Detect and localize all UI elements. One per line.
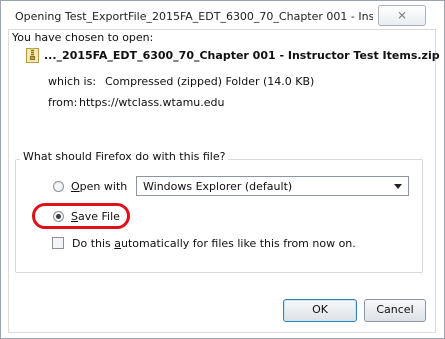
open-with-app-select[interactable]: Windows Explorer (default)	[136, 176, 409, 196]
file-name: ..._2015FA_EDT_6300_70_Chapter 001 - Ins…	[44, 49, 440, 62]
auto-action-label-pre: Do this	[72, 237, 115, 250]
which-is-label: which is:	[48, 75, 97, 88]
auto-action-access-key: a	[114, 237, 122, 250]
auto-action-label[interactable]: Do this automatically for files like thi…	[72, 237, 356, 250]
from-label: from:	[48, 96, 78, 109]
open-with-radio[interactable]	[53, 181, 64, 192]
dialog-title: Opening Test_ExportFile_2015FA_EDT_6300_…	[15, 10, 373, 23]
file-type-value: Compressed (zipped) Folder (14.0 KB)	[105, 75, 315, 88]
open-with-label[interactable]: Open with	[71, 180, 127, 193]
open-with-access-key: O	[71, 180, 80, 193]
close-icon: ⨯	[396, 8, 408, 22]
ok-button[interactable]: OK	[283, 299, 357, 322]
title-bar: Opening Test_ExportFile_2015FA_EDT_6300_…	[2, 2, 443, 30]
source-url: https://wtclass.wtamu.edu	[79, 96, 225, 109]
auto-action-label-rest: utomatically for files like this from no…	[121, 237, 356, 250]
cancel-button[interactable]: Cancel	[364, 299, 426, 322]
open-with-app-value: Windows Explorer (default)	[143, 180, 293, 193]
auto-action-checkbox[interactable]	[52, 237, 64, 249]
highlight-annotation	[32, 203, 130, 229]
open-with-label-rest: pen with	[79, 180, 128, 193]
intro-text: You have chosen to open:	[12, 31, 154, 44]
zip-file-icon	[26, 48, 39, 63]
chevron-down-icon	[394, 184, 402, 189]
action-group-title: What should Firefox do with this file?	[20, 150, 229, 163]
close-button[interactable]: ⨯	[378, 5, 426, 26]
